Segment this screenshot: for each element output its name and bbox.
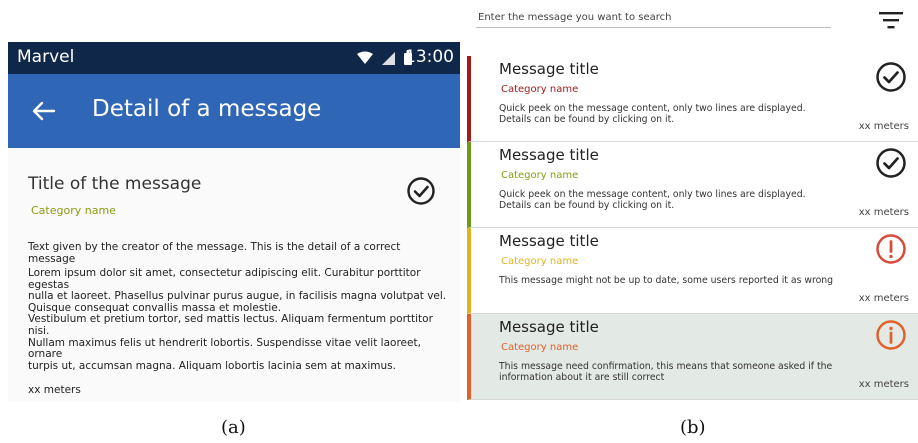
message-body-line: Vestibulum et pretium tortor, sed mattis… xyxy=(28,313,433,337)
message-list: Message title Category name Quick peek o… xyxy=(467,56,918,400)
message-detail-screen: Marvel 13:00 Detail of a message Title o… xyxy=(8,42,460,402)
message-card-preview: This message might not be up to date, so… xyxy=(499,275,834,286)
status-bar: Marvel 13:00 xyxy=(8,42,460,74)
check-circle-icon xyxy=(876,148,906,178)
message-card-preview: This message need confirmation, this mea… xyxy=(499,361,833,383)
status-time: 13:00 xyxy=(405,47,454,67)
wifi-icon xyxy=(357,51,373,64)
message-card-distance: xx meters xyxy=(858,121,909,132)
message-card-title: Message title xyxy=(499,318,599,336)
check-circle-icon xyxy=(876,62,906,92)
status-app-name: Marvel xyxy=(17,47,75,67)
message-category: Category name xyxy=(31,204,116,217)
message-card[interactable]: Message title Category name This message… xyxy=(467,228,918,314)
message-card-distance: xx meters xyxy=(858,293,909,304)
message-title: Title of the message xyxy=(28,174,202,194)
message-card-distance: xx meters xyxy=(858,207,909,218)
message-card[interactable]: Message title Category name Quick peek o… xyxy=(467,142,918,228)
message-body: Lorem ipsum dolor sit amet, consectetur … xyxy=(28,267,448,372)
app-bar-title: Detail of a message xyxy=(92,96,322,122)
message-body-line: Lorem ipsum dolor sit amet, consectetur … xyxy=(28,267,421,291)
message-body-line: Nullam maximus felis ut hendrerit lobort… xyxy=(28,336,421,361)
app-bar: Detail of a message xyxy=(8,74,460,148)
search-input[interactable] xyxy=(476,8,831,28)
message-card-title: Message title xyxy=(499,60,599,78)
caption-a: (a) xyxy=(221,417,246,438)
message-card-category: Category name xyxy=(501,256,579,267)
message-card-title: Message title xyxy=(499,146,599,164)
message-card-category: Category name xyxy=(501,342,579,353)
check-circle-icon xyxy=(407,177,435,205)
message-card-preview: Quick peek on the message content, only … xyxy=(499,189,806,211)
info-circle-icon xyxy=(876,320,906,350)
message-distance: xx meters xyxy=(28,384,81,396)
signal-icon xyxy=(382,51,395,65)
message-body-line: turpis ut, accumsan magna. Aliquam lobor… xyxy=(28,359,396,372)
message-card-distance: xx meters xyxy=(858,379,909,390)
message-card-title: Message title xyxy=(499,232,599,250)
message-card[interactable]: Message title Category name Quick peek o… xyxy=(467,56,918,142)
message-card-category: Category name xyxy=(501,84,579,95)
status-icons xyxy=(357,51,412,65)
caption-b: (b) xyxy=(680,417,706,438)
message-card[interactable]: Message title Category name This message… xyxy=(467,314,918,400)
message-summary: Text given by the creator of the message… xyxy=(28,241,401,265)
message-card-preview: Quick peek on the message content, only … xyxy=(499,103,806,125)
arrow-left-icon[interactable] xyxy=(28,96,58,126)
message-card-category: Category name xyxy=(501,170,579,181)
filter-icon[interactable] xyxy=(879,10,903,30)
exclamation-circle-icon xyxy=(876,234,906,264)
